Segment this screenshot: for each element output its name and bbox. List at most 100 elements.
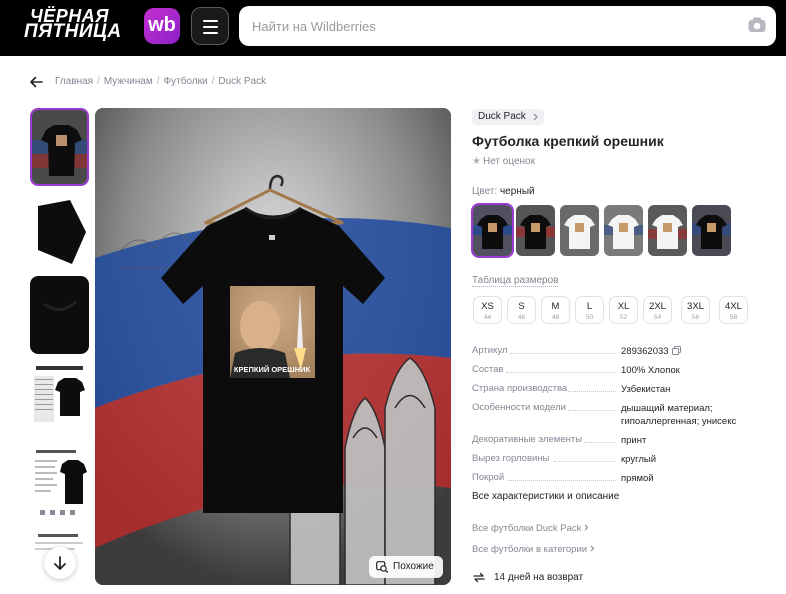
spec-key: Особенности модели bbox=[472, 402, 566, 413]
size-ru: 48 bbox=[551, 314, 560, 321]
size-option-m[interactable]: M 48 bbox=[541, 296, 570, 324]
size-table-link[interactable]: Таблица размеров bbox=[472, 275, 559, 287]
copy-icon[interactable] bbox=[671, 346, 681, 355]
hamburger-icon-line bbox=[203, 32, 218, 34]
size-ru: 52 bbox=[619, 314, 628, 321]
top-header: ЧЁРНАЯ ПЯТНИЦА wb bbox=[0, 0, 786, 56]
breadcrumb: Главная / Мужчинам / Футболки / Duck Pack bbox=[55, 76, 266, 87]
size-label: L bbox=[586, 301, 593, 312]
color-swatch-6[interactable] bbox=[692, 205, 731, 256]
chevron-right-icon bbox=[590, 545, 595, 552]
spec-value: принт bbox=[621, 435, 647, 446]
size-label: M bbox=[551, 301, 560, 312]
size-option-l[interactable]: L 50 bbox=[575, 296, 604, 324]
scroll-down-button[interactable] bbox=[44, 547, 76, 579]
all-specs-link[interactable]: Все характеристики и описание bbox=[472, 491, 619, 502]
spec-value: 289362033 bbox=[621, 345, 771, 358]
size-option-4xl[interactable]: 4XL 58 bbox=[719, 296, 748, 324]
spec-key: Декоративные элементы bbox=[472, 434, 583, 445]
black-friday-logo[interactable]: ЧЁРНАЯ ПЯТНИЦА bbox=[24, 7, 140, 45]
all-brand-tshirts-link[interactable]: Все футболки Duck Pack bbox=[472, 523, 589, 534]
spec-dots bbox=[584, 442, 616, 443]
main-product-image[interactable]: КРЕПКИЙ ОРЕШНИК bbox=[95, 108, 451, 585]
spec-value: Узбекистан bbox=[621, 384, 671, 395]
arrow-down-icon bbox=[54, 556, 66, 570]
product-title: Футболка крепкий орешник bbox=[472, 133, 664, 149]
print-caption: КРЕПКИЙ ОРЕШНИК bbox=[234, 365, 311, 374]
thumbnail-4[interactable] bbox=[30, 360, 89, 438]
size-option-xs[interactable]: XS 44 bbox=[473, 296, 502, 324]
size-ru: 56 bbox=[691, 314, 700, 321]
star-icon: ★ bbox=[472, 156, 481, 167]
hamburger-icon-line bbox=[203, 26, 218, 28]
spec-key: Вырез горловины bbox=[472, 453, 550, 464]
spec-dots bbox=[554, 461, 616, 462]
size-label: 2XL bbox=[649, 301, 666, 312]
wb-logo[interactable]: wb bbox=[144, 8, 180, 44]
size-label: 4XL bbox=[725, 301, 742, 312]
spec-value: прямой bbox=[621, 473, 654, 484]
camera-icon[interactable] bbox=[748, 17, 766, 33]
size-ru: 50 bbox=[585, 314, 594, 321]
logo-line-2: ПЯТНИЦА bbox=[24, 21, 122, 42]
chevron-right-icon bbox=[533, 113, 538, 121]
breadcrumb-separator: / bbox=[211, 76, 215, 87]
spec-value: круглый bbox=[621, 454, 657, 465]
size-label: 3XL bbox=[687, 301, 704, 312]
breadcrumb-item-tshirts[interactable]: Футболки bbox=[164, 76, 208, 87]
search-input[interactable] bbox=[239, 6, 739, 46]
link-label: Все футболки Duck Pack bbox=[472, 523, 582, 534]
article-number[interactable]: 289362033 bbox=[621, 346, 669, 357]
thumbnail-1[interactable] bbox=[30, 108, 89, 186]
spec-dots bbox=[568, 391, 616, 392]
breadcrumb-item-brand[interactable]: Duck Pack bbox=[218, 76, 266, 87]
color-swatch-3[interactable] bbox=[560, 205, 599, 256]
rating-text: Нет оценок bbox=[482, 156, 535, 167]
size-ru: 54 bbox=[653, 314, 662, 321]
spec-dots bbox=[568, 410, 616, 411]
size-option-s[interactable]: S 46 bbox=[507, 296, 536, 324]
similar-icon bbox=[376, 561, 389, 573]
spec-key: Покрой bbox=[472, 472, 505, 483]
spec-key: Артикул bbox=[472, 345, 508, 356]
color-label: Цвет: черный bbox=[472, 186, 535, 197]
breadcrumb-item-men[interactable]: Мужчинам bbox=[104, 76, 153, 87]
spec-key: Состав bbox=[472, 364, 504, 375]
color-swatch-4[interactable] bbox=[604, 205, 643, 256]
thumbnail-strip bbox=[30, 108, 89, 588]
breadcrumb-separator: / bbox=[156, 76, 160, 87]
size-ru: 46 bbox=[517, 314, 526, 321]
color-value: черный bbox=[499, 186, 535, 197]
size-option-2xl[interactable]: 2XL 54 bbox=[643, 296, 672, 324]
search-bar bbox=[239, 6, 776, 46]
all-category-tshirts-link[interactable]: Все футболки в категории bbox=[472, 544, 595, 555]
link-label: Все футболки в категории bbox=[472, 544, 588, 555]
thumbnail-2[interactable] bbox=[30, 192, 89, 270]
similar-button[interactable]: Похожие bbox=[369, 556, 443, 578]
back-arrow-icon[interactable] bbox=[28, 74, 44, 90]
color-label-key: Цвет: bbox=[472, 186, 498, 197]
menu-button[interactable] bbox=[191, 7, 229, 45]
size-option-3xl[interactable]: 3XL 56 bbox=[681, 296, 710, 324]
similar-label: Похожие bbox=[393, 561, 434, 572]
spec-dots bbox=[508, 480, 616, 481]
size-ru: 44 bbox=[483, 314, 492, 321]
brand-label: Duck Pack bbox=[478, 111, 526, 122]
spec-key: Страна производства bbox=[472, 383, 568, 394]
color-swatch-2[interactable] bbox=[516, 205, 555, 256]
thumbnail-5[interactable] bbox=[30, 444, 89, 522]
size-label: S bbox=[518, 301, 525, 312]
returns-text: 14 дней на возврат bbox=[494, 572, 584, 583]
size-option-xl[interactable]: XL 52 bbox=[609, 296, 638, 324]
return-arrows-icon bbox=[473, 572, 485, 583]
rating: ★ Нет оценок bbox=[472, 156, 535, 167]
hamburger-icon bbox=[203, 20, 218, 22]
brand-chip[interactable]: Duck Pack bbox=[472, 109, 544, 125]
color-swatch-5[interactable] bbox=[648, 205, 687, 256]
spec-value: дышащий материал; гипоаллергенная; унисе… bbox=[621, 403, 737, 427]
thumbnail-3[interactable] bbox=[30, 276, 89, 354]
size-ru: 58 bbox=[729, 314, 738, 321]
breadcrumb-separator: / bbox=[97, 76, 100, 87]
breadcrumb-item-home[interactable]: Главная bbox=[55, 76, 93, 87]
color-swatch-black[interactable] bbox=[471, 203, 514, 258]
